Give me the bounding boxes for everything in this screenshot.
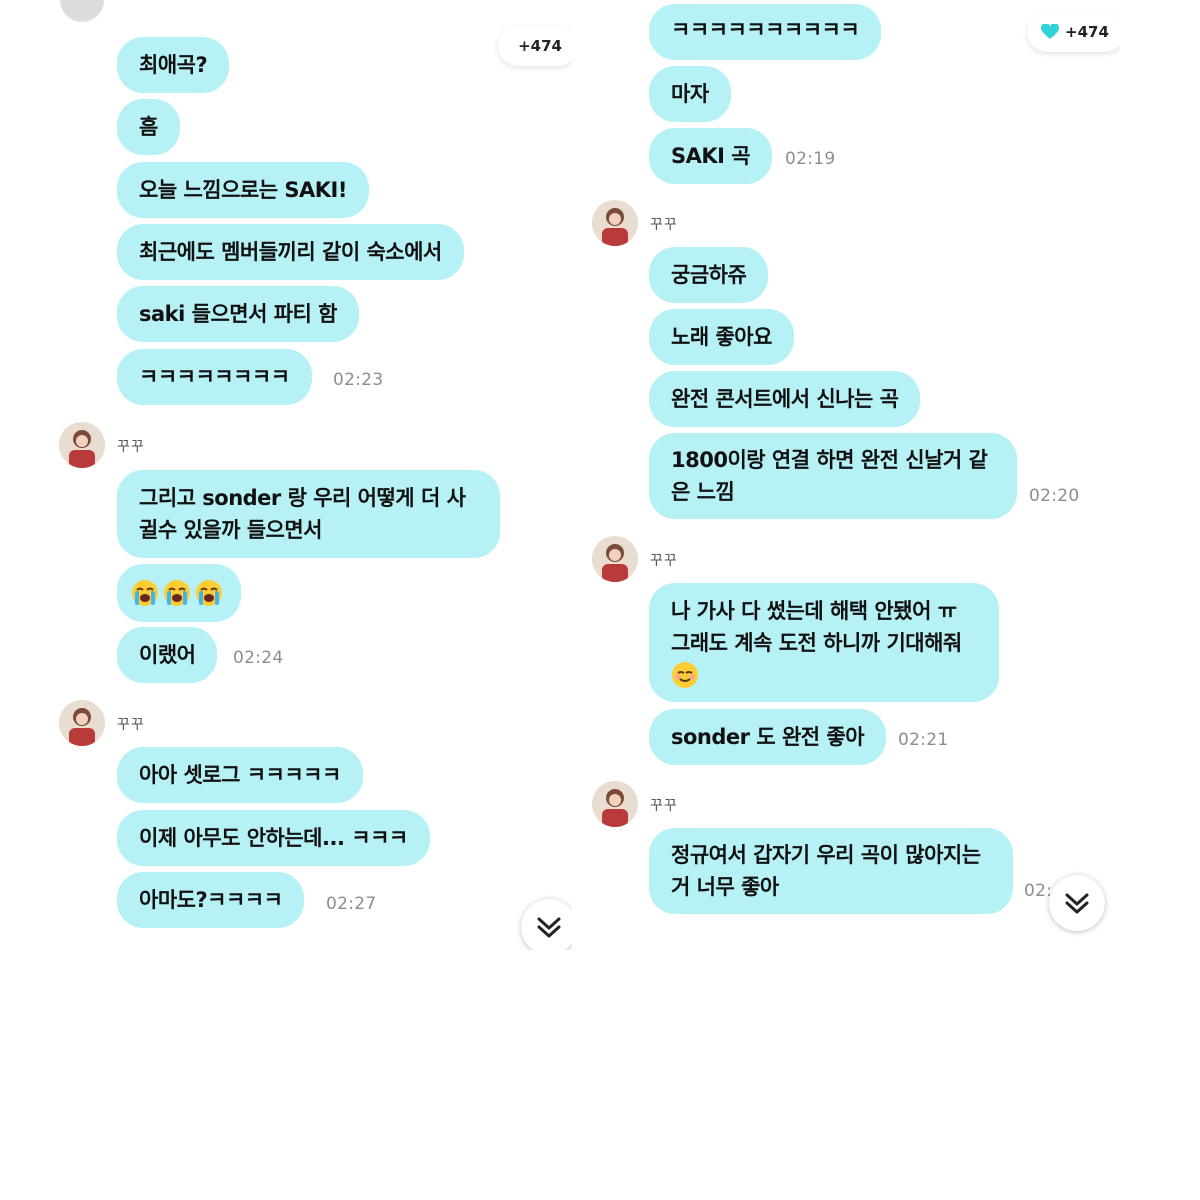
message-bubble: 그리고 sonder 랑 우리 어떻게 더 사귈수 있을까 들으면서 [117, 470, 500, 558]
message-text: 궁금하쥬 [671, 263, 747, 287]
avatar[interactable] [592, 536, 638, 582]
message-timestamp: 02:23 [333, 370, 384, 390]
sender-name: 꾸꾸 [117, 439, 145, 455]
message-bubble: 이랬어 [117, 627, 218, 683]
message-bubble: 최애곡? [117, 37, 230, 93]
heart-icon [1041, 24, 1059, 39]
smiling-face-emoji [671, 661, 699, 689]
avatar[interactable] [60, 0, 104, 22]
message-bubble: 나 가사 다 썼는데 해택 안됐어 ㅠ 그래도 계속 도전 하니까 기대해줘 [649, 583, 999, 702]
message-text: sonder 도 완전 좋아 [671, 725, 865, 749]
message-text: 오늘 느낌으로는 SAKI! [139, 178, 347, 202]
message-text: 완전 콘서트에서 신나는 곡 [671, 387, 899, 411]
message-bubble: 궁금하쥬 [649, 247, 769, 303]
message-bubble: 정규여서 갑자기 우리 곡이 많아지는 거 너무 좋아 [649, 828, 1013, 914]
scroll-to-bottom-button[interactable] [1049, 875, 1105, 931]
scroll-to-bottom-button[interactable] [521, 899, 572, 950]
message-text: 이제 아무도 안하는데... ㅋㅋㅋ [139, 826, 408, 850]
message-timestamp: 02:27 [326, 894, 377, 914]
hearts-badge[interactable]: +474 [498, 26, 572, 66]
message-bubble: 이제 아무도 안하는데... ㅋㅋㅋ [117, 810, 430, 866]
sender-name: 꾸꾸 [650, 553, 678, 569]
message-bubble: ㅋㅋㅋㅋㅋㅋㅋㅋㅋㅋ [649, 4, 882, 60]
message-text: 최근에도 멤버들끼리 같이 숙소에서 [139, 240, 442, 264]
message-text: 아마도?ㅋㅋㅋㅋ [139, 888, 283, 912]
message-bubble: ㅋㅋㅋㅋㅋㅋㅋㅋ [117, 349, 312, 405]
message-timestamp: 02:24 [233, 648, 284, 668]
message-bubble: 오늘 느낌으로는 SAKI! [117, 162, 369, 218]
message-timestamp: 02:21 [898, 730, 949, 750]
message-bubble: 아마도?ㅋㅋㅋㅋ [117, 872, 305, 928]
chat-panel-right: ㅋㅋㅋㅋㅋㅋㅋㅋㅋㅋ 마자 SAKI 곡 02:19 꾸꾸 궁금하쥬 노래 좋아… [580, 0, 1120, 950]
avatar[interactable] [592, 200, 638, 246]
emoji-bubble [117, 564, 241, 622]
message-bubble: 노래 좋아요 [649, 309, 794, 365]
message-text: ㅋㅋㅋㅋㅋㅋㅋㅋㅋㅋ [671, 18, 860, 42]
loudly-crying-face-emoji [131, 579, 159, 607]
message-bubble: sonder 도 완전 좋아 [649, 709, 887, 765]
sender-name: 꾸꾸 [650, 217, 678, 233]
sender-name: 꾸꾸 [650, 798, 678, 814]
message-text: 최애곡? [139, 53, 208, 77]
message-text: ㅋㅋㅋㅋㅋㅋㅋㅋ [139, 365, 290, 389]
message-bubble: 흠 [117, 99, 180, 155]
double-chevron-down-icon [537, 917, 561, 938]
message-text: 노래 좋아요 [671, 325, 772, 349]
sender-name: 꾸꾸 [117, 717, 145, 733]
message-bubble: 1800이랑 연결 하면 완전 신날거 같은 느낌 [649, 433, 1017, 519]
message-text: 1800이랑 연결 하면 완전 신날거 같은 느낌 [671, 448, 988, 504]
message-text: 그리고 sonder 랑 우리 어떻게 더 사귈수 있을까 들으면서 [139, 486, 466, 542]
message-text: saki 들으면서 파티 함 [139, 302, 338, 326]
chat-panel-left: 최애곡? 흠 오늘 느낌으로는 SAKI! 최근에도 멤버들끼리 같이 숙소에서… [0, 0, 572, 950]
message-bubble: SAKI 곡 [649, 128, 773, 184]
message-timestamp: 02:19 [785, 149, 836, 169]
hearts-count: +474 [1065, 23, 1109, 41]
message-text: 마자 [671, 82, 709, 106]
hearts-badge[interactable]: +474 [1027, 12, 1120, 52]
loudly-crying-face-emoji [195, 579, 223, 607]
hearts-count: +474 [518, 37, 562, 55]
message-text: 아아 셋로그 ㅋㅋㅋㅋㅋ [139, 763, 341, 787]
message-timestamp: 02: [1024, 881, 1053, 901]
message-text: 정규여서 갑자기 우리 곡이 많아지는 거 너무 좋아 [671, 843, 981, 899]
avatar[interactable] [592, 781, 638, 827]
loudly-crying-face-emoji [163, 579, 191, 607]
message-bubble: 마자 [649, 66, 731, 122]
message-text: 나 가사 다 썼는데 해택 안됐어 ㅠ 그래도 계속 도전 하니까 기대해줘 [671, 599, 962, 655]
avatar[interactable] [59, 700, 105, 746]
message-bubble: 아아 셋로그 ㅋㅋㅋㅋㅋ [117, 747, 363, 803]
avatar[interactable] [59, 422, 105, 468]
message-text: 흠 [139, 115, 158, 139]
message-text: 이랬어 [139, 643, 196, 667]
message-bubble: 최근에도 멤버들끼리 같이 숙소에서 [117, 224, 464, 280]
message-timestamp: 02:20 [1029, 486, 1080, 506]
double-chevron-down-icon [1065, 893, 1089, 914]
message-bubble: saki 들으면서 파티 함 [117, 286, 360, 342]
message-text: SAKI 곡 [671, 144, 751, 168]
message-bubble: 완전 콘서트에서 신나는 곡 [649, 371, 921, 427]
